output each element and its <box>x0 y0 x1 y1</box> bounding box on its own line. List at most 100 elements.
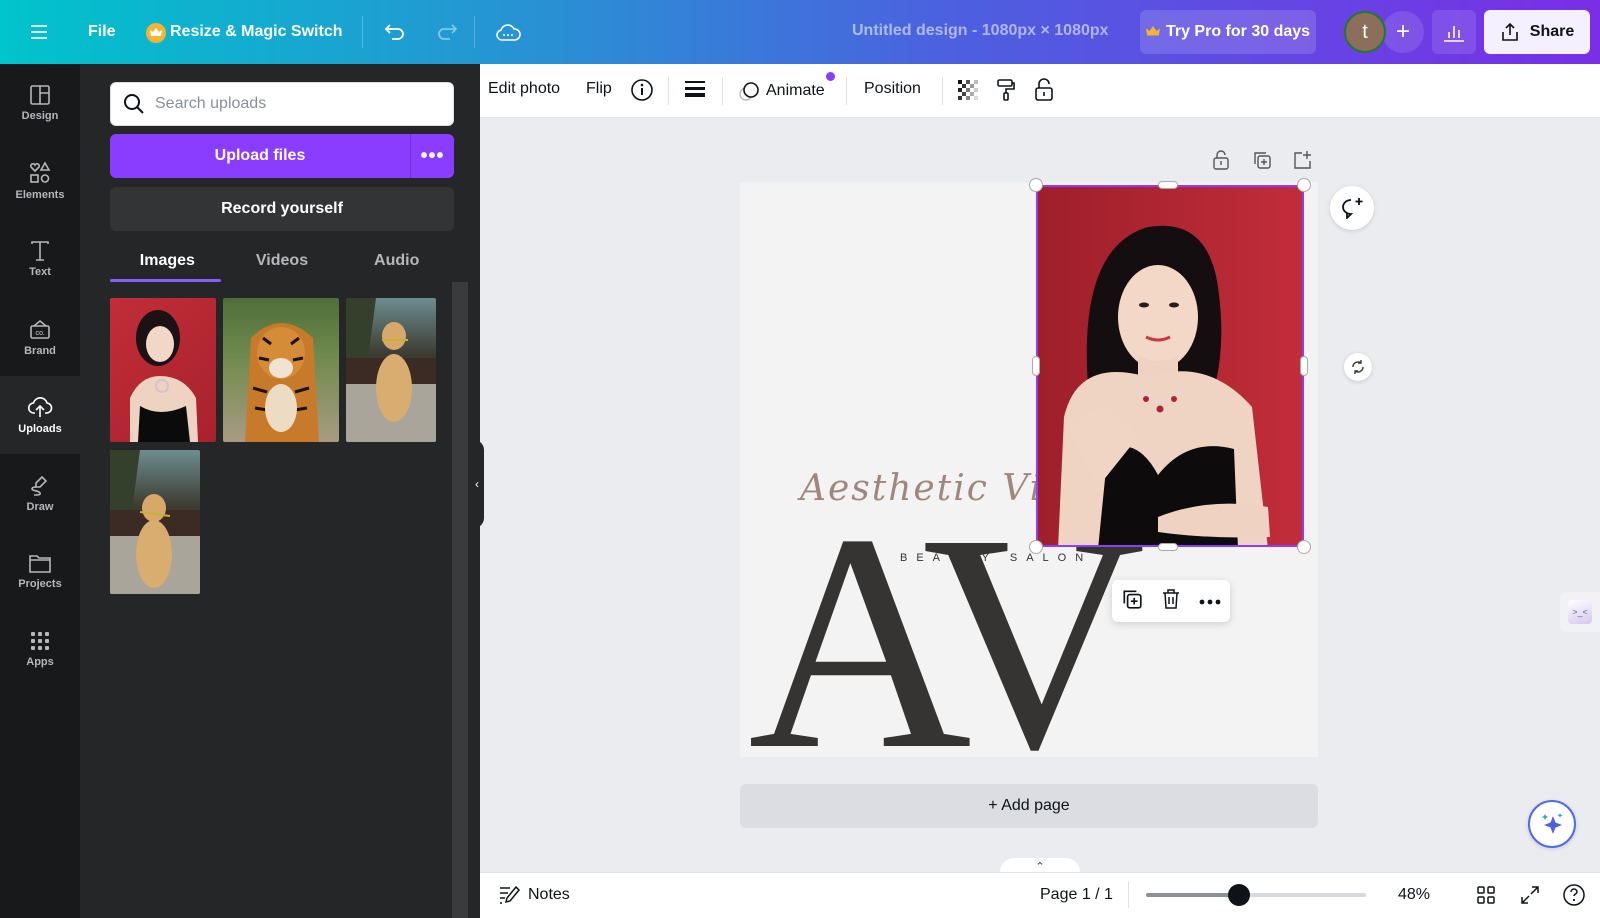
duplicate-icon <box>1123 589 1142 609</box>
resize-handle-left[interactable] <box>1032 356 1040 376</box>
upload-thumb-tiger[interactable] <box>223 298 339 442</box>
border-style-button[interactable] <box>684 80 706 98</box>
unlock-icon <box>1035 78 1053 101</box>
hamburger-icon[interactable] <box>26 20 52 44</box>
search-box[interactable] <box>110 82 454 126</box>
tab-audio[interactable]: Audio <box>339 240 454 282</box>
upload-files-button[interactable]: Upload files <box>110 134 410 178</box>
delete-element-button[interactable] <box>1161 588 1181 615</box>
tab-videos[interactable]: Videos <box>225 240 340 282</box>
resize-handle-bottom-left[interactable] <box>1029 540 1043 554</box>
nav-item-design[interactable]: Design <box>0 64 80 142</box>
crown-icon <box>146 23 166 43</box>
upload-thumb-dog-1[interactable] <box>346 298 436 442</box>
resize-handle-bottom[interactable] <box>1158 543 1178 551</box>
insights-button[interactable] <box>1432 10 1476 54</box>
rotate-button[interactable] <box>1344 353 1372 381</box>
upload-thumb-woman[interactable] <box>110 298 216 442</box>
nav-item-uploads[interactable]: Uploads <box>0 376 80 454</box>
notes-icon <box>500 885 520 904</box>
add-page-icon-button[interactable] <box>1292 150 1312 175</box>
upload-files-group: Upload files ••• <box>110 134 454 178</box>
more-options-button[interactable]: ••• <box>410 134 454 178</box>
transparency-button[interactable] <box>958 80 978 100</box>
avatar[interactable]: t <box>1344 11 1386 53</box>
info-button[interactable] <box>630 78 654 102</box>
subtitle-text[interactable]: BEAUTY SALON <box>900 552 1092 564</box>
tab-images[interactable]: Images <box>110 240 225 282</box>
divider <box>722 77 723 105</box>
zoom-percentage[interactable]: 48% <box>1398 872 1430 918</box>
nav-item-label: Text <box>29 266 51 278</box>
file-menu[interactable]: File <box>88 23 116 41</box>
nav-item-label: Uploads <box>18 423 62 435</box>
assistant-tab[interactable]: >_< <box>1560 592 1600 632</box>
redo-icon[interactable] <box>434 20 460 44</box>
try-pro-button[interactable]: Try Pro for 30 days <box>1140 10 1316 54</box>
selected-photo[interactable] <box>1036 185 1304 547</box>
cloud-save-icon[interactable] <box>494 20 522 44</box>
add-comment-button[interactable] <box>1330 186 1374 230</box>
nav-item-elements[interactable]: Elements <box>0 142 80 220</box>
chevron-up-icon: ⌃ <box>1035 860 1045 873</box>
svg-text:CO.: CO. <box>36 331 46 337</box>
grid-icon <box>1477 886 1495 904</box>
avatar-initial: t <box>1362 20 1368 43</box>
resize-handle-bottom-right[interactable] <box>1297 540 1311 554</box>
info-icon <box>631 79 653 101</box>
nav-item-draw[interactable]: Draw <box>0 454 80 532</box>
panel-scrollbar[interactable] <box>452 282 468 918</box>
divider <box>942 77 943 105</box>
search-input[interactable] <box>155 95 435 113</box>
share-label: Share <box>1529 23 1575 40</box>
grid-view-button[interactable] <box>1476 872 1496 918</box>
nav-item-label: Projects <box>18 578 62 590</box>
resize-handle-right[interactable] <box>1300 356 1308 376</box>
magic-ai-button[interactable] <box>1528 800 1576 848</box>
notes-button[interactable]: Notes <box>498 872 570 918</box>
help-icon <box>1563 884 1585 906</box>
share-button[interactable]: Share <box>1484 10 1590 54</box>
duplicate-element-button[interactable] <box>1121 588 1143 615</box>
invite-button[interactable]: + <box>1382 11 1424 53</box>
zoom-slider-fill <box>1146 893 1239 897</box>
position-button[interactable]: Position <box>864 80 921 98</box>
nav-item-apps[interactable]: Apps <box>0 610 80 688</box>
nav-item-projects[interactable]: Projects <box>0 532 80 610</box>
record-yourself-button[interactable]: Record yourself <box>110 187 454 231</box>
left-nav: Design Elements Text CO. Brand Uploads D… <box>0 64 80 918</box>
more-options-button[interactable] <box>1199 592 1221 610</box>
fullscreen-button[interactable] <box>1520 872 1540 918</box>
nav-item-label: Design <box>21 110 59 122</box>
undo-icon[interactable] <box>382 20 408 44</box>
zoom-slider[interactable] <box>1146 884 1366 906</box>
resize-magic-switch-button[interactable]: Resize & Magic Switch <box>170 23 343 41</box>
zoom-slider-knob[interactable] <box>1227 884 1250 906</box>
copy-style-button[interactable] <box>996 78 1016 102</box>
transparency-icon <box>958 80 978 100</box>
lock-page-button[interactable] <box>1212 150 1230 175</box>
resize-handle-top[interactable] <box>1158 181 1178 189</box>
help-button[interactable] <box>1562 872 1586 918</box>
flip-button[interactable]: Flip <box>586 80 612 98</box>
comment-plus-icon <box>1342 198 1363 219</box>
design-title[interactable]: Untitled design - 1080px × 1080px <box>852 22 1109 40</box>
resize-handle-top-right[interactable] <box>1297 178 1311 192</box>
collapse-panel-button[interactable]: ‹ <box>470 440 484 528</box>
nav-item-text[interactable]: Text <box>0 220 80 298</box>
trash-icon <box>1163 588 1179 609</box>
more-dots-icon <box>1199 599 1221 605</box>
animate-button[interactable]: Animate <box>738 80 825 102</box>
rotate-icon <box>1352 360 1364 374</box>
face-icon: >_< <box>1568 600 1592 624</box>
upload-thumb-dog-2[interactable] <box>110 450 200 594</box>
sparkle-icon <box>1542 813 1563 834</box>
lock-button[interactable] <box>1034 78 1054 102</box>
edit-photo-button[interactable]: Edit photo <box>488 80 560 98</box>
nav-item-brand[interactable]: CO. Brand <box>0 298 80 376</box>
duplicate-page-button[interactable] <box>1252 150 1272 175</box>
element-floating-toolbar <box>1112 580 1230 622</box>
resize-handle-top-left[interactable] <box>1029 178 1043 192</box>
page-indicator[interactable]: Page 1 / 1 <box>1040 872 1113 918</box>
bar-chart-icon <box>1444 26 1464 42</box>
